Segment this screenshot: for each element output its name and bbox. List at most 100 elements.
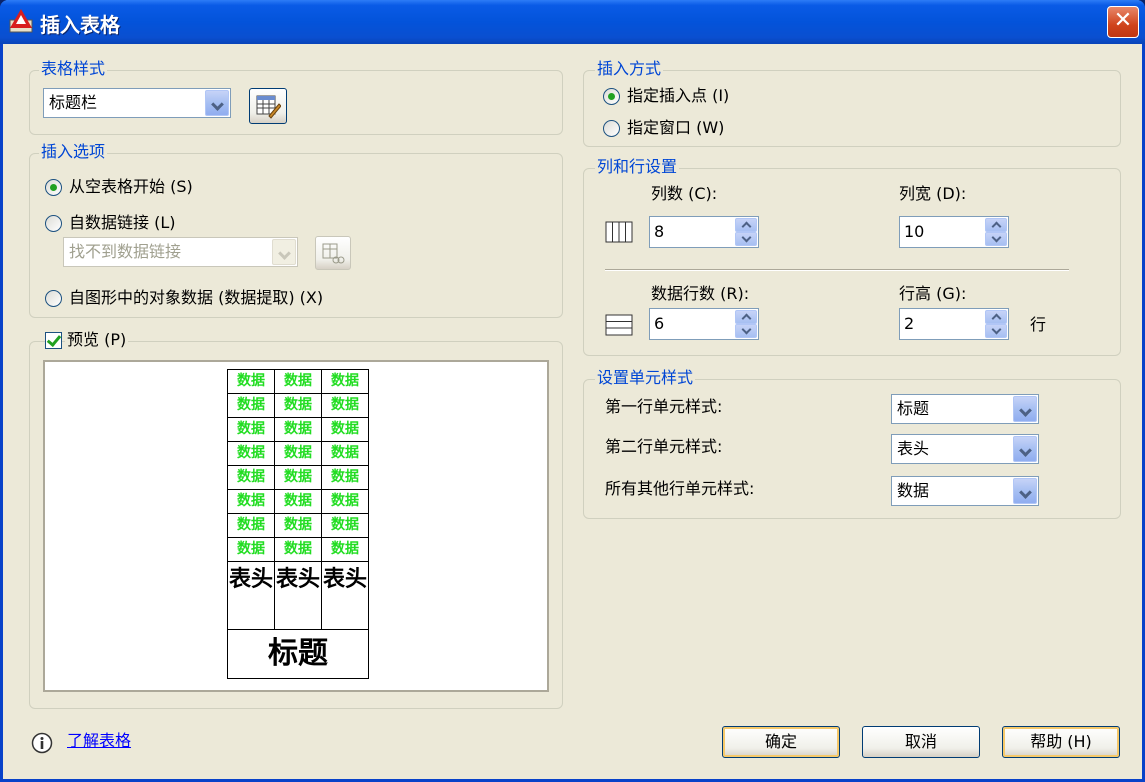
- table-style-select[interactable]: 标题栏: [43, 88, 231, 118]
- preview-data-cell: 数据: [228, 442, 275, 466]
- preview-label[interactable]: 预览 (P): [65, 330, 129, 350]
- chevron-up-icon[interactable]: [985, 218, 1007, 232]
- preview-pane: 数据 数据 数据 数据 数据 数据 数据 数据 数据 数据 数据 数据 数据 数: [43, 360, 549, 692]
- table-row: 数据 数据 数据: [228, 394, 368, 418]
- chevron-down-icon: [272, 239, 296, 265]
- table-row: 数据 数据 数据: [228, 466, 368, 490]
- other-rows-style-label: 所有其他行单元样式:: [605, 479, 755, 498]
- preview-header-cell: 表头: [275, 562, 322, 630]
- from-empty-radio[interactable]: [45, 179, 62, 196]
- preview-data-cell: 数据: [275, 370, 322, 394]
- preview-data-cell: 数据: [228, 394, 275, 418]
- preview-data-cell: 数据: [228, 418, 275, 442]
- help-button[interactable]: 帮助 (H): [1002, 726, 1120, 758]
- columns-spinner[interactable]: 8: [649, 216, 759, 248]
- preview-checkbox[interactable]: [45, 332, 62, 349]
- preview-data-cell: 数据: [275, 466, 322, 490]
- from-data-link-label[interactable]: 自数据链接 (L): [69, 213, 176, 233]
- preview-data-cell: 数据: [322, 442, 368, 466]
- from-object-data-label[interactable]: 自图形中的对象数据 (数据提取) (X): [69, 288, 323, 308]
- second-row-style-select[interactable]: 表头: [891, 434, 1039, 464]
- table-row: 数据 数据 数据: [228, 490, 368, 514]
- data-link-manager-icon: [322, 243, 345, 264]
- preview-data-cell: 数据: [228, 370, 275, 394]
- table-row: 数据 数据 数据: [228, 442, 368, 466]
- from-data-link-radio[interactable]: [45, 215, 62, 232]
- chevron-down-icon[interactable]: [735, 324, 757, 338]
- col-width-label: 列宽 (D):: [899, 184, 967, 203]
- data-rows-value: 6: [654, 314, 665, 333]
- col-width-value: 10: [904, 222, 925, 241]
- window-label[interactable]: 指定窗口 (W): [627, 118, 724, 138]
- col-row-settings-legend: 列和行设置: [595, 157, 680, 177]
- data-link-manager-button: [315, 236, 351, 270]
- app-icon: [9, 9, 33, 33]
- col-width-spinner[interactable]: 10: [899, 216, 1009, 248]
- preview-data-cell: 数据: [228, 538, 275, 562]
- title-bar[interactable]: 插入表格 ✕: [0, 0, 1145, 44]
- columns-value: 8: [654, 222, 665, 241]
- chevron-up-icon[interactable]: [985, 310, 1007, 324]
- preview-data-cell: 数据: [275, 418, 322, 442]
- close-icon[interactable]: ✕: [1107, 6, 1139, 38]
- chevron-down-icon[interactable]: [985, 232, 1007, 246]
- second-row-style-label: 第二行单元样式:: [605, 437, 723, 456]
- preview-data-cell: 数据: [228, 514, 275, 538]
- first-row-style-label: 第一行单元样式:: [605, 397, 723, 416]
- other-rows-style-select[interactable]: 数据: [891, 476, 1039, 506]
- chevron-down-icon[interactable]: [985, 324, 1007, 338]
- second-row-style-value: 表头: [897, 439, 930, 458]
- insert-table-dialog: 插入表格 ✕ 表格样式 标题栏 插入选项 从空表格开始 (S) 自数据链接 (L…: [0, 0, 1145, 782]
- preview-data-cell: 数据: [322, 514, 368, 538]
- cancel-button[interactable]: 取消: [862, 726, 980, 758]
- table-row: 标题: [228, 630, 368, 678]
- table-style-edit-icon: [256, 95, 281, 119]
- ok-button[interactable]: 确定: [722, 726, 840, 758]
- preview-data-cell: 数据: [275, 514, 322, 538]
- other-rows-style-value: 数据: [897, 481, 930, 500]
- preview-data-cell: 数据: [322, 538, 368, 562]
- chevron-down-icon[interactable]: [1013, 436, 1037, 462]
- info-icon: [31, 732, 53, 754]
- preview-header-cell: 表头: [228, 562, 275, 630]
- preview-data-cell: 数据: [322, 490, 368, 514]
- chevron-down-icon[interactable]: [1013, 478, 1037, 504]
- rows-icon: [605, 314, 633, 336]
- chevron-down-icon[interactable]: [205, 90, 229, 116]
- table-row: 表头 表头 表头: [228, 562, 368, 630]
- columns-label: 列数 (C):: [651, 184, 718, 203]
- data-link-value: 找不到数据链接: [69, 242, 182, 261]
- table-style-edit-button[interactable]: [249, 88, 287, 124]
- window-radio[interactable]: [603, 120, 620, 137]
- table-row: 数据 数据 数据: [228, 418, 368, 442]
- table-row: 数据 数据 数据: [228, 538, 368, 562]
- from-object-data-radio[interactable]: [45, 290, 62, 307]
- insert-point-label[interactable]: 指定插入点 (I): [627, 86, 729, 106]
- table-style-legend: 表格样式: [39, 59, 108, 79]
- cell-styles-legend: 设置单元样式: [595, 368, 696, 388]
- divider: [605, 269, 1069, 271]
- learn-tables-link[interactable]: 了解表格: [67, 731, 131, 751]
- insert-method-legend: 插入方式: [595, 59, 664, 79]
- insert-point-radio[interactable]: [603, 88, 620, 105]
- first-row-style-select[interactable]: 标题: [891, 394, 1039, 424]
- chevron-down-icon[interactable]: [735, 232, 757, 246]
- preview-data-cell: 数据: [322, 370, 368, 394]
- preview-data-cell: 数据: [228, 490, 275, 514]
- first-row-style-value: 标题: [897, 399, 930, 418]
- chevron-up-icon[interactable]: [735, 310, 757, 324]
- preview-data-cell: 数据: [275, 490, 322, 514]
- preview-data-cell: 数据: [228, 466, 275, 490]
- preview-header-cell: 表头: [322, 562, 368, 630]
- insert-options-legend: 插入选项: [39, 142, 108, 162]
- chevron-up-icon[interactable]: [735, 218, 757, 232]
- chevron-down-icon[interactable]: [1013, 396, 1037, 422]
- preview-data-cell: 数据: [275, 442, 322, 466]
- row-height-spinner[interactable]: 2: [899, 308, 1009, 340]
- preview-title-cell: 标题: [268, 636, 328, 671]
- data-rows-spinner[interactable]: 6: [649, 308, 759, 340]
- table-row: 数据 数据 数据: [228, 514, 368, 538]
- row-unit-label: 行: [1030, 315, 1047, 334]
- preview-data-cell: 数据: [322, 466, 368, 490]
- from-empty-label[interactable]: 从空表格开始 (S): [69, 177, 193, 197]
